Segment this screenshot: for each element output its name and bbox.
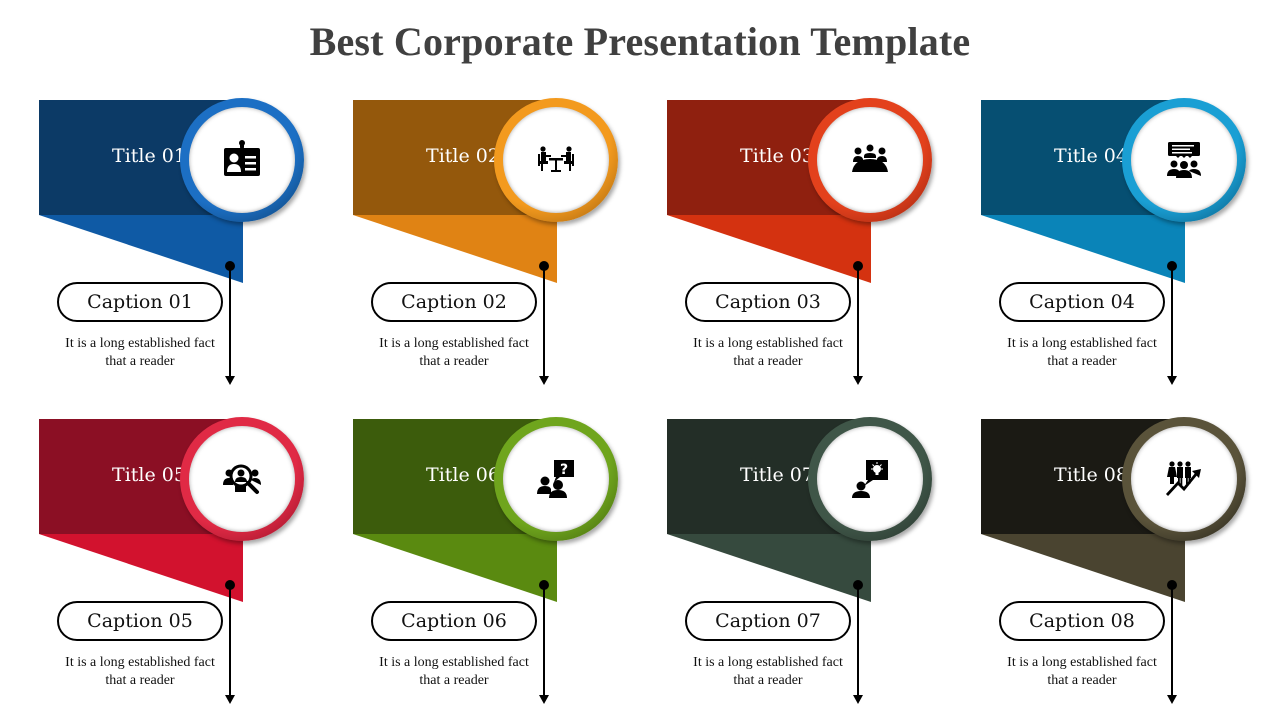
connector-dot xyxy=(225,261,235,271)
description-line: It is a long established fact xyxy=(693,655,843,670)
card-description: It is a long established fact that a rea… xyxy=(363,654,545,690)
band-pointer xyxy=(667,534,871,602)
icon-disc xyxy=(189,426,295,532)
card-description: It is a long established fact that a rea… xyxy=(363,335,545,371)
connector-dot xyxy=(853,580,863,590)
icon-disc xyxy=(817,107,923,213)
svg-text:?: ? xyxy=(560,462,568,478)
arrow-down-icon xyxy=(225,695,235,704)
card-description: It is a long established fact that a rea… xyxy=(49,654,231,690)
description-line: that a reader xyxy=(105,673,175,688)
description-line: It is a long established fact xyxy=(379,336,529,351)
connector-dot xyxy=(853,261,863,271)
idea-person-icon xyxy=(850,459,890,499)
band-pointer xyxy=(667,215,871,283)
icon-disc xyxy=(189,107,295,213)
team-conference-icon xyxy=(850,140,890,180)
icon-ring xyxy=(494,98,618,222)
description-line: that a reader xyxy=(105,354,175,369)
icon-ring xyxy=(180,98,304,222)
band-pointer xyxy=(353,534,557,602)
arrow-down-icon xyxy=(853,376,863,385)
card-08: Title 08 Caption 08 It is a long establi… xyxy=(981,417,1251,719)
icon-disc xyxy=(817,426,923,532)
description-line: that a reader xyxy=(419,354,489,369)
icon-ring xyxy=(180,417,304,541)
connector-dot xyxy=(539,580,549,590)
icon-disc xyxy=(503,107,609,213)
description-line: It is a long established fact xyxy=(1007,655,1157,670)
card-06: Title 06 ? Caption 06 It is a long estab… xyxy=(353,417,623,719)
description-line: It is a long established fact xyxy=(65,336,215,351)
description-line: It is a long established fact xyxy=(693,336,843,351)
band-pointer xyxy=(981,215,1185,283)
description-line: It is a long established fact xyxy=(1007,336,1157,351)
card-03: Title 03 Caption 03 It is a long establi… xyxy=(667,98,937,400)
arrow-down-icon xyxy=(1167,376,1177,385)
card-04: Title 04 Caption 04 It is a long establi… xyxy=(981,98,1251,400)
connector-dot xyxy=(1167,261,1177,271)
meeting-table-icon xyxy=(536,140,576,180)
arrow-down-icon xyxy=(539,695,549,704)
description-line: that a reader xyxy=(733,354,803,369)
band-pointer xyxy=(39,534,243,602)
connector-dot xyxy=(539,261,549,271)
group-discussion-icon xyxy=(1164,140,1204,180)
description-line: that a reader xyxy=(1047,673,1117,688)
icon-ring xyxy=(808,98,932,222)
card-description: It is a long established fact that a rea… xyxy=(991,654,1173,690)
card-01: Title 01 Caption 01 It is a long establi… xyxy=(39,98,309,400)
caption-pill[interactable]: Caption 05 xyxy=(57,601,223,641)
team-growth-icon xyxy=(1164,459,1204,499)
connector-dot xyxy=(1167,580,1177,590)
icon-ring xyxy=(808,417,932,541)
card-description: It is a long established fact that a rea… xyxy=(677,335,859,371)
card-description: It is a long established fact that a rea… xyxy=(677,654,859,690)
arrow-down-icon xyxy=(1167,695,1177,704)
icon-disc xyxy=(1131,426,1237,532)
caption-pill[interactable]: Caption 07 xyxy=(685,601,851,641)
arrow-down-icon xyxy=(853,695,863,704)
card-05: Title 05 Caption 05 It is a long establi… xyxy=(39,417,309,719)
description-line: that a reader xyxy=(733,673,803,688)
id-badge-icon xyxy=(222,140,262,180)
card-02: Title 02 Caption 02 It is a long establi… xyxy=(353,98,623,400)
icon-ring: ? xyxy=(494,417,618,541)
band-pointer xyxy=(39,215,243,283)
icon-disc xyxy=(1131,107,1237,213)
caption-pill[interactable]: Caption 06 xyxy=(371,601,537,641)
arrow-down-icon xyxy=(539,376,549,385)
caption-pill[interactable]: Caption 03 xyxy=(685,282,851,322)
card-description: It is a long established fact that a rea… xyxy=(991,335,1173,371)
card-description: It is a long established fact that a rea… xyxy=(49,335,231,371)
arrow-down-icon xyxy=(225,376,235,385)
icon-disc: ? xyxy=(503,426,609,532)
caption-pill[interactable]: Caption 04 xyxy=(999,282,1165,322)
band-pointer xyxy=(353,215,557,283)
card-07: Title 07 Caption 07 It is a long establi… xyxy=(667,417,937,719)
description-line: It is a long established fact xyxy=(379,655,529,670)
icon-ring xyxy=(1122,98,1246,222)
description-line: that a reader xyxy=(1047,354,1117,369)
icon-ring xyxy=(1122,417,1246,541)
caption-pill[interactable]: Caption 01 xyxy=(57,282,223,322)
description-line: that a reader xyxy=(419,673,489,688)
caption-pill[interactable]: Caption 08 xyxy=(999,601,1165,641)
question-chat-icon: ? xyxy=(536,459,576,499)
talent-search-icon xyxy=(222,459,262,499)
description-line: It is a long established fact xyxy=(65,655,215,670)
band-pointer xyxy=(981,534,1185,602)
page-title: Best Corporate Presentation Template xyxy=(309,19,971,64)
connector-dot xyxy=(225,580,235,590)
caption-pill[interactable]: Caption 02 xyxy=(371,282,537,322)
